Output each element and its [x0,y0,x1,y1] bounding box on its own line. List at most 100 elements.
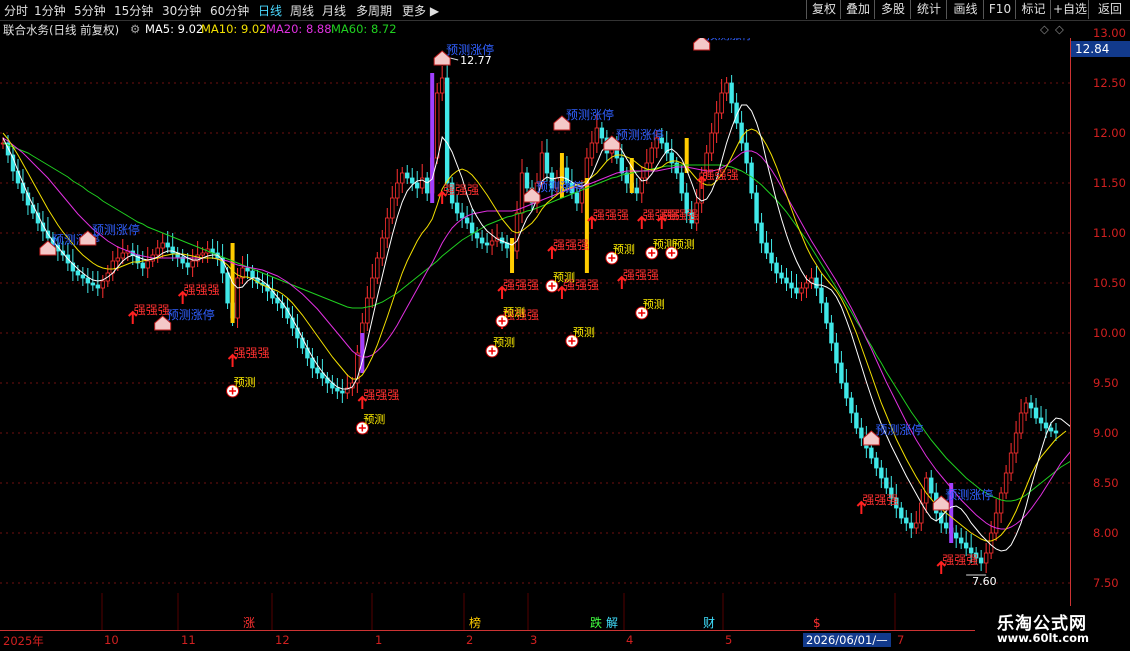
candle-body [834,342,839,364]
toolbar-button-4[interactable]: 画线 [946,0,984,19]
ma5-value: MA5: 9.02 [145,22,204,36]
candle-body [909,522,914,529]
predict-limit-up-label: 预测涨停 [616,127,664,142]
price-tick-label: 10.50 [1093,276,1126,290]
candle-body [75,270,81,276]
candle-body [335,387,340,392]
event-marker: 财 [703,616,715,630]
toolbar-button-0[interactable]: 复权 [806,0,841,19]
candle-body [709,132,714,154]
settings-gear-icon[interactable]: ⚙ [130,22,140,36]
timeframe-7[interactable]: 周线 [290,2,314,19]
strong-signal-label: 强强强 [363,388,399,402]
candle-body [370,277,375,299]
strong-signal-label: 强强强 [663,208,699,222]
price-tick-label: 12.00 [1093,126,1126,140]
candle-body [439,77,445,94]
candle-body [804,282,809,289]
candle-body [1023,402,1029,414]
date-axis: 2025年 10 11 12 1 2 3 4 5 2026/06/01/— 7 [0,630,1130,651]
candlestick-chart[interactable]: 12.777.60预测涨停预测涨停预测涨停预测涨停预测涨停预测涨停预测涨停预测涨… [0,38,1070,630]
candle-body [829,322,834,344]
price-tick-label: 12.50 [1093,76,1126,90]
predict-limit-up-label: 预测涨停 [875,422,923,437]
date-tick-label: 4 [626,633,634,647]
candle-body [904,517,909,524]
candle-body [245,267,250,272]
event-marker: $ [813,616,821,630]
candle-body [469,222,475,234]
price-tick-label: 13.00 [1093,26,1126,40]
candle-body [789,282,794,289]
toolbar-button-8[interactable]: 返回 [1088,0,1130,19]
predict-label: 预测 [553,271,575,284]
timeframe-8[interactable]: 月线 [322,2,346,19]
candle-body [714,112,719,134]
candle-body [20,182,26,194]
timeframe-5[interactable]: 60分钟 [210,2,249,19]
timeframe-4[interactable]: 30分钟 [162,2,201,19]
candle-body [794,287,799,294]
price-tick-label: 8.00 [1093,526,1119,540]
candle-body [744,142,749,164]
candle-body [120,252,125,259]
strong-signal-label: 强强强 [942,553,978,567]
candle-body [884,477,889,489]
toolbar-button-7[interactable]: +自选 [1050,0,1089,19]
price-tick-label: 7.50 [1093,576,1119,590]
candle-body [649,147,654,164]
timeframe-1[interactable]: 1分钟 [34,2,66,19]
predict-label: 预测 [493,336,515,349]
toolbar-button-3[interactable]: 统计 [910,0,947,19]
candle-body [819,287,824,304]
candle-body [140,262,145,269]
timeframe-6[interactable]: 日线 [258,2,282,19]
candle-body [365,297,370,324]
candle-body [993,512,999,534]
date-tick-label: 2 [466,633,474,647]
timeframe-9[interactable]: 多周期 [356,2,392,19]
candle-body [944,522,949,529]
candle-body [854,412,859,429]
candle-body [769,252,774,264]
predict-label: 预测 [363,413,385,426]
candle-body [340,390,345,394]
candle-body [489,240,495,246]
candle-body [759,222,764,244]
timeframe-10[interactable]: 更多 ▶ [402,2,439,19]
toolbar-button-1[interactable]: 叠加 [840,0,875,19]
toolbar-button-5[interactable]: F10 [983,0,1016,19]
candle-body [844,382,849,399]
candle-body [1013,432,1019,454]
candle-body [679,172,684,194]
stock-title[interactable]: 联合水务(日线 前复权) [3,22,119,38]
site-watermark: 乐淘公式网 www.60lt.com [975,606,1130,650]
candle-body [1038,417,1044,424]
diamond-icon[interactable]: ◇ [1040,22,1049,36]
expand-icon[interactable]: ◇ [1055,22,1064,36]
strong-signal-label: 强强强 [234,346,270,360]
candle-body [434,92,440,159]
price-tick-label: 8.50 [1093,476,1119,490]
date-tick-label: 2026/06/01/— [803,633,891,647]
price-tick-label: 10.00 [1093,326,1126,340]
timeframe-0[interactable]: 分时 [4,2,28,19]
candle-body [539,152,545,184]
toolbar-button-2[interactable]: 多股 [874,0,911,19]
candle-body [599,127,605,139]
candle-body [160,242,165,249]
candle-body [594,127,600,144]
timeframe-2[interactable]: 5分钟 [74,2,106,19]
predict-limit-up-label: 预测涨停 [945,487,993,502]
ma20-value: MA20: 8.88 [266,22,332,36]
candle-body [1043,422,1049,429]
candle-body [1018,412,1024,434]
candle-body [380,237,385,259]
toolbar-button-6[interactable]: 标记 [1015,0,1051,19]
candle-body [1033,407,1039,419]
date-tick-label: 12 [275,633,290,647]
strong-signal-label: 强强强 [443,183,479,197]
candle-body [155,247,160,256]
predict-limit-up-label: 预测涨停 [706,38,754,42]
timeframe-3[interactable]: 15分钟 [114,2,153,19]
